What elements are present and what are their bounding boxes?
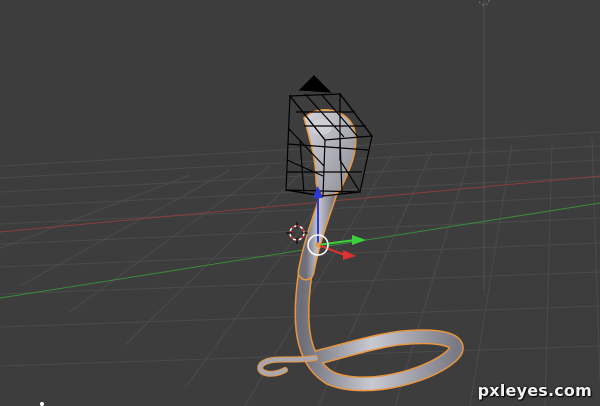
3d-viewport[interactable]: pxleyes.com — [0, 0, 600, 406]
x-axis-line — [0, 175, 600, 233]
3d-cursor-icon[interactable] — [286, 222, 308, 244]
origin-marker — [40, 402, 44, 406]
cobra-mesh[interactable] — [257, 109, 464, 392]
gizmo-x-arrow — [343, 250, 356, 260]
gizmo-y-arrow — [352, 235, 366, 245]
watermark-text: pxleyes.com — [477, 381, 592, 400]
